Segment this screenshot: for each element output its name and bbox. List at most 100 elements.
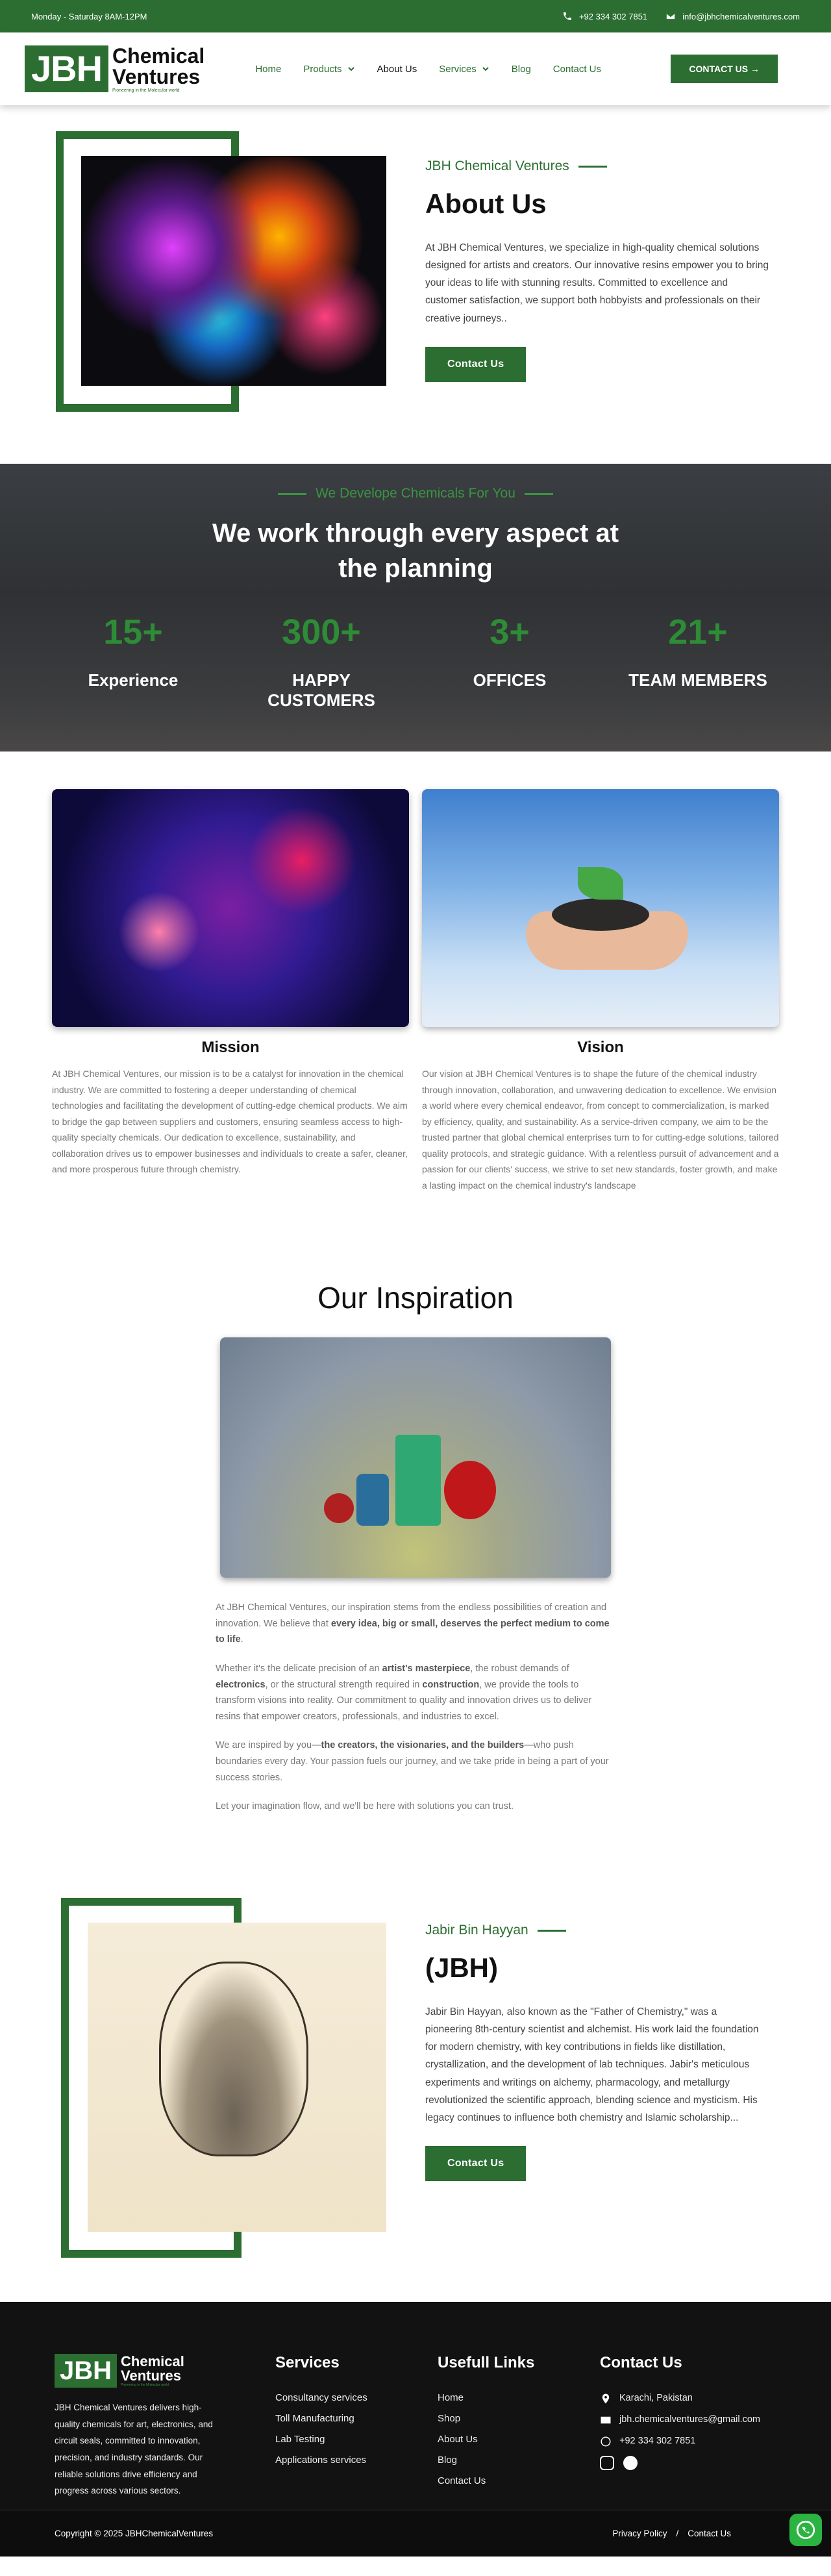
footer-address: Karachi, Pakistan bbox=[600, 2388, 762, 2409]
jabir-text: Jabir Bin Hayyan, also known as the "Fat… bbox=[425, 2006, 759, 2123]
inspiration-p1c: . bbox=[240, 1634, 243, 1645]
logo-mark: JBH bbox=[25, 45, 109, 92]
stat-offices: 3+ OFFICES bbox=[435, 612, 584, 711]
stats-title-line2: the planning bbox=[338, 554, 493, 583]
topbar-email[interactable]: info@jbhchemicalventures.com bbox=[665, 11, 800, 21]
footer-separator: / bbox=[676, 2529, 679, 2538]
nav-item-label: Blog bbox=[511, 63, 531, 75]
subtitle-line bbox=[278, 492, 307, 495]
inspiration-title: Our Inspiration bbox=[317, 1281, 514, 1315]
envelope-icon bbox=[601, 2416, 611, 2423]
whatsapp-icon bbox=[796, 2520, 815, 2540]
footer-service-link[interactable]: Consultancy services bbox=[275, 2388, 438, 2408]
jabir-portrait-image bbox=[88, 1923, 386, 2232]
nav-item-label: Home bbox=[255, 63, 282, 75]
stat-label: Experience bbox=[88, 670, 179, 690]
nav-item-services[interactable]: Services bbox=[439, 64, 490, 75]
topbar-email-text: info@jbhchemicalventures.com bbox=[682, 11, 800, 21]
subtitle-line bbox=[524, 492, 553, 495]
whatsapp-icon bbox=[601, 2436, 611, 2446]
privacy-policy-link[interactable]: Privacy Policy bbox=[612, 2529, 667, 2538]
logo-tagline: Pioneering in the Molecular world bbox=[121, 2383, 169, 2387]
map-pin-icon bbox=[602, 2393, 610, 2403]
inspiration-p3a: We are inspired by you— bbox=[216, 1740, 321, 1751]
about-subtitle-text: JBH Chemical Ventures bbox=[425, 158, 569, 173]
inspiration-p2a: Whether it's the delicate precision of a… bbox=[216, 1663, 382, 1674]
nav-item-products[interactable]: Products bbox=[303, 64, 354, 75]
vision-image bbox=[422, 789, 779, 1027]
footer-bottom-bar: Copyright © 2025 JBHChemicalVentures Pri… bbox=[0, 2510, 831, 2557]
footer-contact-link[interactable]: Contact Us bbox=[688, 2529, 731, 2538]
nav-item-contact-us[interactable]: Contact Us bbox=[553, 64, 601, 75]
about-section: JBH Chemical Ventures About Us At JBH Ch… bbox=[0, 105, 831, 464]
stat-number: 15+ bbox=[103, 612, 163, 651]
stat-number: 21+ bbox=[668, 612, 728, 651]
footer-email-text: jbh.chemicalventures@gmail.com bbox=[619, 2414, 760, 2425]
nav-item-home[interactable]: Home bbox=[255, 64, 281, 75]
logo-name-line2: Ventures bbox=[112, 64, 201, 88]
footer-logo[interactable]: JBH Chemical Ventures Pioneering in the … bbox=[55, 2354, 275, 2388]
footer-address-text: Karachi, Pakistan bbox=[619, 2393, 693, 2403]
instagram-icon[interactable] bbox=[600, 2456, 614, 2470]
footer-email[interactable]: jbh.chemicalventures@gmail.com bbox=[600, 2409, 762, 2431]
footer-link[interactable]: Home bbox=[438, 2388, 600, 2408]
nav-menu: Home Products About Us Services Blog Con… bbox=[255, 64, 601, 75]
topbar-phone[interactable]: +92 334 302 7851 bbox=[562, 11, 647, 21]
contact-us-cta-button[interactable]: CONTACT US → bbox=[671, 55, 778, 83]
stat-team-members: 21+ TEAM MEMBERS bbox=[623, 612, 773, 711]
soil-shape bbox=[552, 898, 649, 931]
nav-item-label: Services bbox=[439, 63, 477, 75]
stat-happy-customers: 300+ HAPPY CUSTOMERS bbox=[247, 612, 396, 711]
inspiration-p2f: construction bbox=[422, 1679, 480, 1690]
inspiration-p4: Let your imagination flow, and we'll be … bbox=[216, 1801, 514, 1812]
footer-service-link[interactable]: Lab Testing bbox=[275, 2429, 438, 2450]
lab-glassware-image bbox=[220, 1337, 611, 1578]
jabir-subtitle: Jabir Bin Hayyan bbox=[425, 1923, 763, 1938]
stat-label: TEAM MEMBERS bbox=[628, 670, 767, 690]
molecule-image bbox=[81, 156, 386, 386]
vision-text: Our vision at JBH Chemical Ventures is t… bbox=[422, 1068, 779, 1191]
stat-number: 300+ bbox=[282, 612, 361, 651]
logo-name-line1: Chemical bbox=[112, 44, 205, 68]
about-text: At JBH Chemical Ventures, we specialize … bbox=[425, 242, 769, 324]
footer-link[interactable]: Contact Us bbox=[438, 2471, 600, 2492]
topbar-phone-text: +92 334 302 7851 bbox=[578, 11, 648, 21]
footer-link[interactable]: About Us bbox=[438, 2429, 600, 2450]
nav-item-blog[interactable]: Blog bbox=[512, 64, 531, 75]
inspiration-section: Our Inspiration At JBH Chemical Ventures… bbox=[0, 1272, 831, 1898]
site-logo[interactable]: JBH Chemical Ventures Pioneering in the … bbox=[25, 45, 205, 93]
about-contact-button[interactable]: Contact Us bbox=[425, 346, 527, 382]
footer-phone[interactable]: +92 334 302 7851 bbox=[600, 2431, 762, 2452]
chevron-down-icon bbox=[482, 67, 489, 71]
inspiration-p3b: the creators, the visionaries, and the b… bbox=[321, 1740, 525, 1751]
facebook-icon[interactable] bbox=[623, 2456, 638, 2470]
nav-item-about-us[interactable]: About Us bbox=[377, 64, 417, 75]
mission-vision-section: Mission At JBH Chemical Ventures, our mi… bbox=[0, 751, 831, 1272]
jabir-section: Jabir Bin Hayyan (JBH) Jabir Bin Hayyan,… bbox=[0, 1898, 831, 2302]
stats-subtitle: We Develope Chemicals For You bbox=[0, 486, 831, 501]
whatsapp-chat-button[interactable] bbox=[789, 2514, 822, 2546]
beaker-icon bbox=[395, 1435, 441, 1526]
mission-card: Mission At JBH Chemical Ventures, our mi… bbox=[52, 789, 409, 1272]
stat-label: HAPPY CUSTOMERS bbox=[267, 670, 375, 710]
sprout-icon bbox=[578, 867, 623, 900]
footer-links-title: Usefull Links bbox=[438, 2354, 535, 2371]
footer-link[interactable]: Shop bbox=[438, 2408, 600, 2429]
jabir-subtitle-text: Jabir Bin Hayyan bbox=[425, 1923, 528, 1938]
footer-useful-links: Usefull Links Home Shop About Us Blog Co… bbox=[438, 2354, 600, 2499]
inspiration-p2c: , the robust demands of bbox=[470, 1663, 569, 1674]
footer-services-title: Services bbox=[275, 2354, 340, 2371]
footer-link[interactable]: Blog bbox=[438, 2450, 600, 2471]
flask-icon bbox=[444, 1461, 496, 1519]
footer-services: Services Consultancy services Toll Manuf… bbox=[275, 2354, 438, 2499]
footer-service-link[interactable]: Toll Manufacturing bbox=[275, 2408, 438, 2429]
inspiration-p2b: artist's masterpiece bbox=[382, 1663, 471, 1674]
inspiration-p2d: electronics bbox=[216, 1679, 266, 1690]
footer-service-link[interactable]: Applications services bbox=[275, 2450, 438, 2471]
vision-card: Vision Our vision at JBH Chemical Ventur… bbox=[422, 789, 779, 1272]
jabir-contact-button[interactable]: Contact Us bbox=[425, 2145, 527, 2181]
stats-title: We work through every aspect at the plann… bbox=[0, 516, 831, 586]
logo-name-line2: Ventures bbox=[121, 2368, 181, 2384]
mission-text: At JBH Chemical Ventures, our mission is… bbox=[52, 1068, 408, 1174]
nav-item-label: About Us bbox=[377, 63, 417, 75]
